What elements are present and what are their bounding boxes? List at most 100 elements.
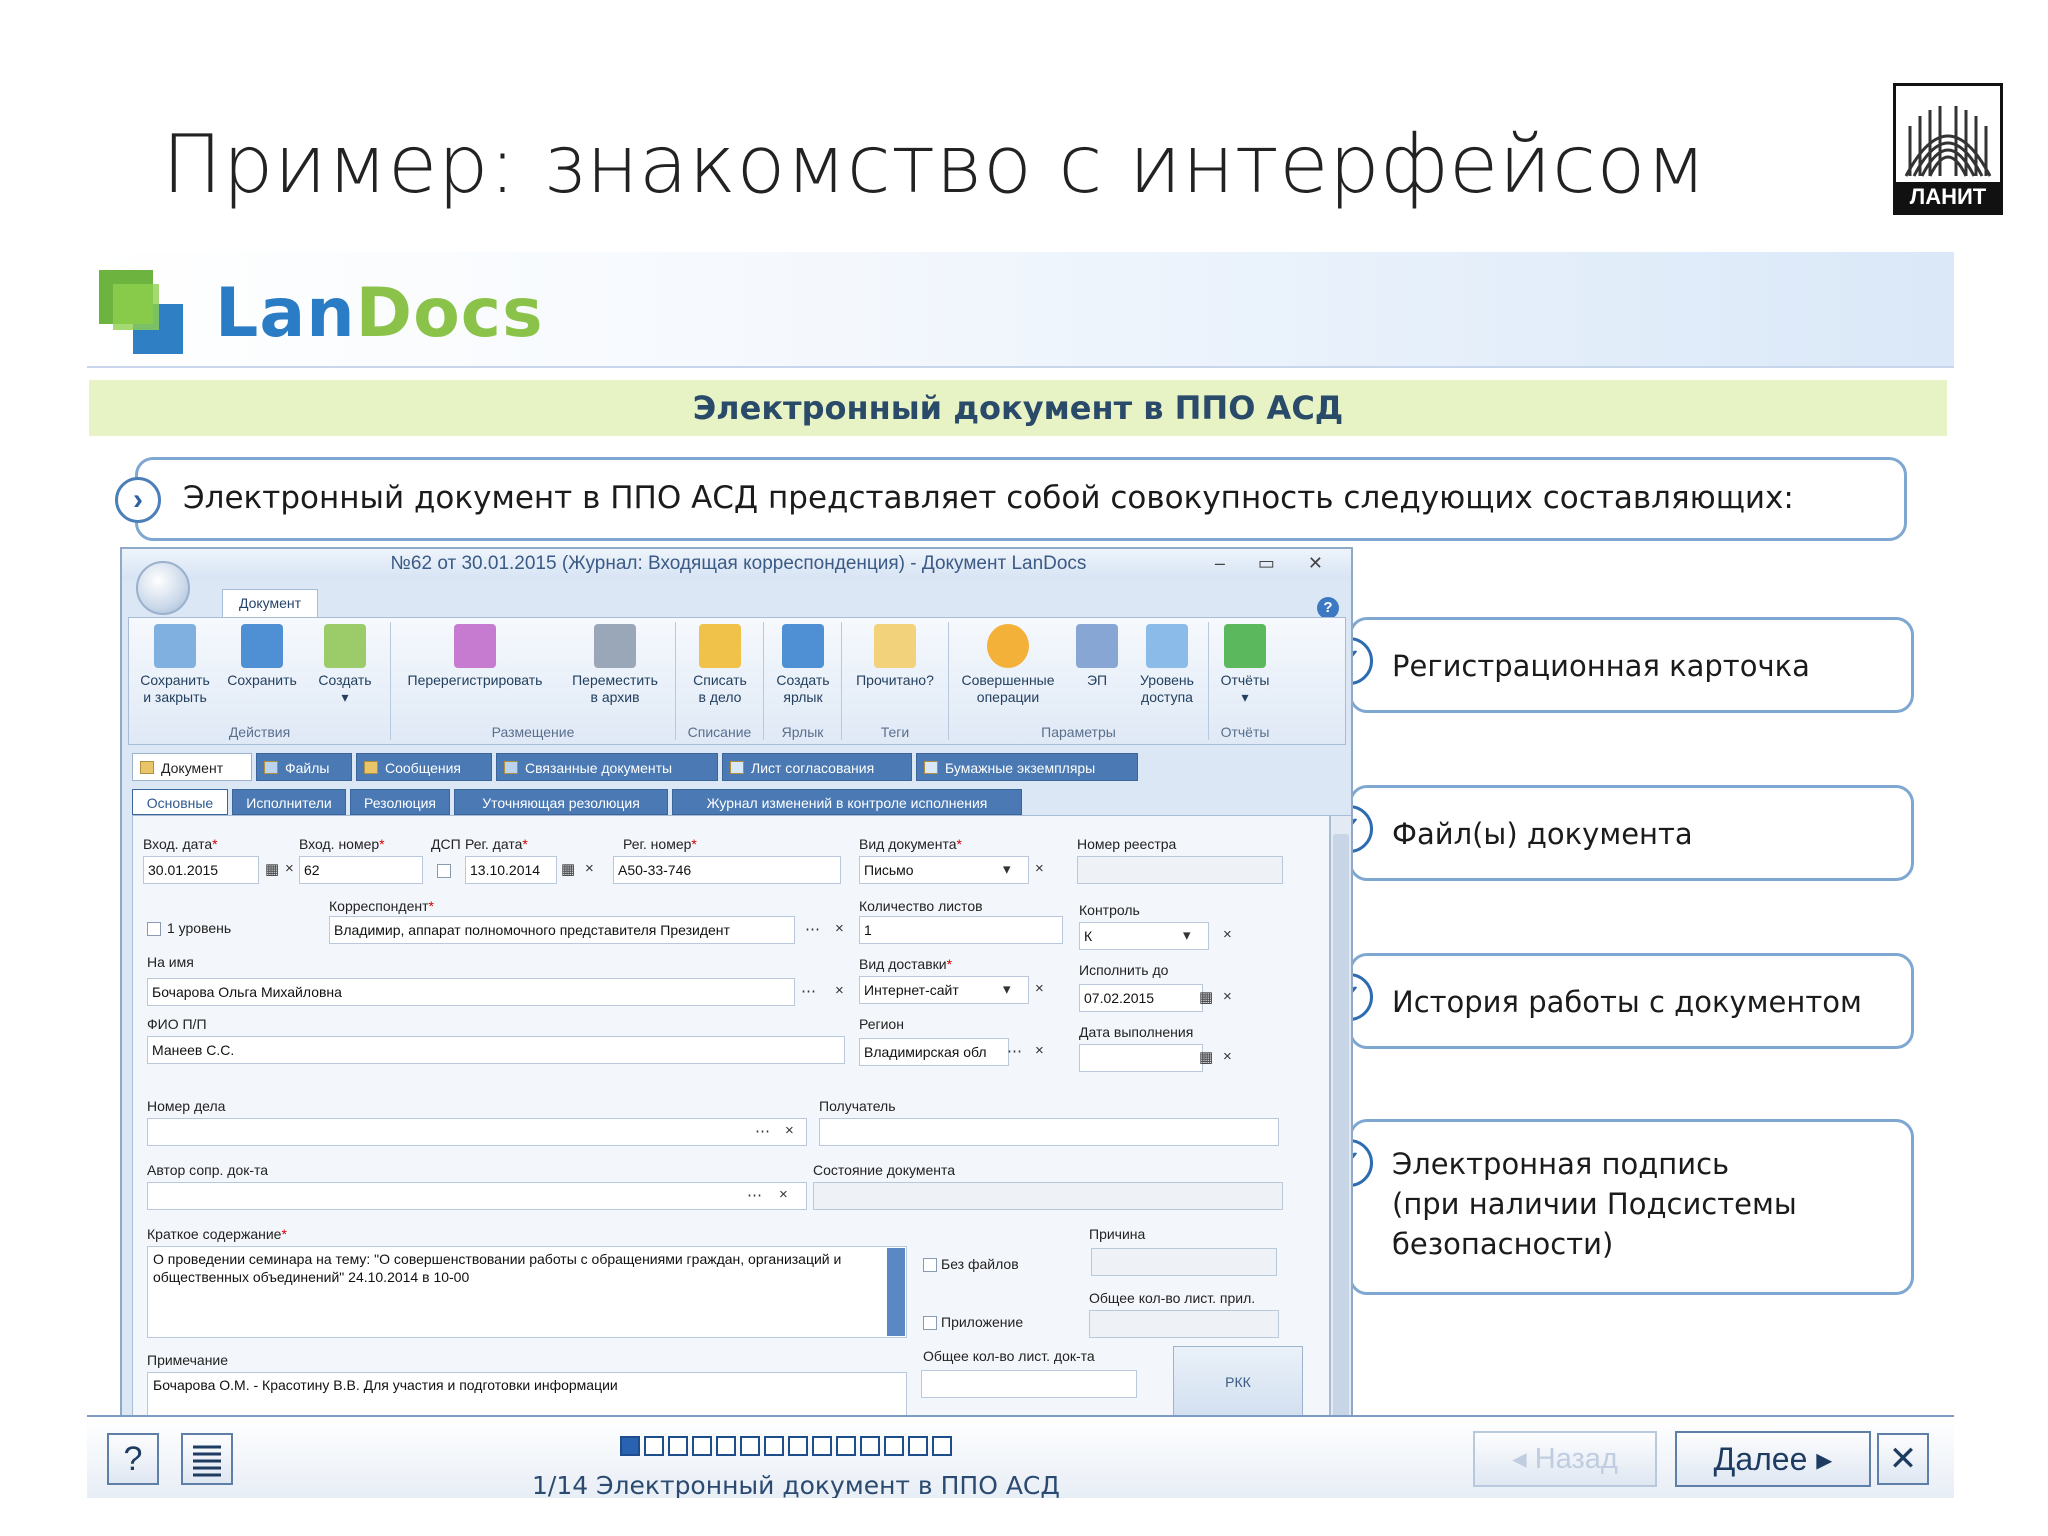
window-controls[interactable]: – ▭ ✕ bbox=[1215, 553, 1337, 574]
tab-files[interactable]: Файлы bbox=[256, 753, 352, 781]
e-signature-button[interactable]: ЭП bbox=[1067, 624, 1127, 689]
reg-number-field[interactable]: А50-33-746 bbox=[613, 856, 841, 884]
case-number-field[interactable] bbox=[147, 1118, 807, 1146]
rkk-button[interactable]: РКК bbox=[1173, 1346, 1303, 1416]
help-button[interactable]: ? bbox=[107, 1433, 159, 1485]
summary-textarea[interactable]: О проведении семинара на тему: "О соверш… bbox=[147, 1246, 907, 1338]
operations-button[interactable]: Совершенные операции bbox=[953, 624, 1063, 706]
save-and-close-button[interactable]: Сохранить и закрыть bbox=[133, 624, 217, 706]
chevron-down-icon[interactable]: ▾ bbox=[1183, 926, 1191, 944]
slide-progress bbox=[620, 1436, 956, 1458]
clear-icon[interactable]: × bbox=[285, 860, 294, 877]
label: Количество листов bbox=[859, 898, 983, 914]
slide-dot[interactable] bbox=[788, 1436, 808, 1456]
slide-dot[interactable] bbox=[620, 1436, 640, 1456]
tab-main[interactable]: Основные bbox=[132, 789, 228, 815]
reports-button[interactable]: Отчёты ▾ bbox=[1213, 624, 1277, 706]
clear-icon[interactable]: × bbox=[835, 920, 844, 937]
clear-icon[interactable]: × bbox=[835, 982, 844, 999]
calendar-icon[interactable]: ▦ bbox=[561, 860, 575, 878]
create-button[interactable]: Создать ▾ bbox=[305, 624, 385, 706]
clear-icon[interactable]: × bbox=[779, 1186, 788, 1203]
in-number-field[interactable]: 62 bbox=[299, 856, 423, 884]
recipient-field[interactable] bbox=[819, 1118, 1279, 1146]
level-checkbox[interactable] bbox=[147, 922, 161, 936]
chevron-down-icon[interactable]: ▾ bbox=[1003, 980, 1011, 998]
tab-clarifying-resolution[interactable]: Уточняющая резолюция bbox=[454, 789, 668, 815]
app-menu-button[interactable] bbox=[136, 561, 190, 615]
next-button[interactable]: Далее ▸ bbox=[1675, 1431, 1871, 1487]
more-icon[interactable]: ⋯ bbox=[1007, 1042, 1022, 1060]
form-scrollbar[interactable] bbox=[1330, 815, 1351, 1455]
slide-dot[interactable] bbox=[812, 1436, 832, 1456]
clear-icon[interactable]: × bbox=[785, 1122, 794, 1139]
slide-dot[interactable] bbox=[668, 1436, 688, 1456]
slide-dot[interactable] bbox=[932, 1436, 952, 1456]
done-date-field[interactable] bbox=[1079, 1044, 1203, 1072]
tab-messages[interactable]: Сообщения bbox=[356, 753, 492, 781]
more-icon[interactable]: ⋯ bbox=[755, 1122, 770, 1140]
help-icon[interactable]: ? bbox=[1317, 597, 1339, 619]
tab-paper-copies[interactable]: Бумажные экземпляры bbox=[916, 753, 1138, 781]
author-field[interactable] bbox=[147, 1182, 807, 1210]
callout-document-files: Файл(ы) документа bbox=[1349, 785, 1914, 881]
tab-approval-sheet[interactable]: Лист согласования bbox=[722, 753, 912, 781]
clear-icon[interactable]: × bbox=[1223, 988, 1232, 1005]
due-date-field[interactable]: 07.02.2015 bbox=[1079, 984, 1203, 1012]
more-icon[interactable]: ⋯ bbox=[805, 920, 820, 938]
ribbon: Сохранить и закрыть Сохранить Создать ▾ Де… bbox=[128, 617, 1346, 745]
total-sheets-field[interactable] bbox=[921, 1370, 1137, 1398]
slide-dot[interactable] bbox=[692, 1436, 712, 1456]
scroll-thumb[interactable] bbox=[1333, 834, 1349, 1434]
slide-dot[interactable] bbox=[860, 1436, 880, 1456]
dsp-checkbox[interactable] bbox=[437, 864, 451, 878]
access-level-button[interactable]: Уровень доступа bbox=[1129, 624, 1205, 706]
attachment-checkbox[interactable] bbox=[923, 1316, 937, 1330]
tab-document[interactable]: Документ bbox=[132, 753, 252, 781]
in-date-field[interactable]: 30.01.2015 bbox=[143, 856, 259, 884]
clear-icon[interactable]: × bbox=[585, 860, 594, 877]
slide-dot[interactable] bbox=[908, 1436, 928, 1456]
signer-field[interactable]: Манеев С.С. bbox=[147, 1036, 845, 1064]
ribbon-tab-document[interactable]: Документ bbox=[222, 589, 318, 617]
clear-icon[interactable]: × bbox=[1035, 860, 1044, 877]
slide-dot[interactable] bbox=[716, 1436, 736, 1456]
calendar-icon[interactable]: ▦ bbox=[1199, 988, 1213, 1006]
chevron-down-icon[interactable]: ▾ bbox=[1003, 860, 1011, 878]
tab-control-log[interactable]: Журнал изменений в контроле исполнения bbox=[672, 789, 1022, 815]
back-button[interactable]: ◂ Назад bbox=[1473, 1431, 1657, 1487]
calendar-icon[interactable]: ▦ bbox=[265, 860, 279, 878]
summary-scrollbar[interactable] bbox=[887, 1248, 905, 1336]
no-files-checkbox[interactable] bbox=[923, 1258, 937, 1272]
create-shortcut-button[interactable]: Создать ярлык bbox=[768, 624, 838, 706]
region-field[interactable]: Владимирская обл bbox=[859, 1038, 1009, 1066]
clear-icon[interactable]: × bbox=[1035, 980, 1044, 997]
label: Рег. дата* bbox=[465, 836, 528, 852]
slide-dot[interactable] bbox=[644, 1436, 664, 1456]
clear-icon[interactable]: × bbox=[1035, 1042, 1044, 1059]
tab-resolution[interactable]: Резолюция bbox=[350, 789, 450, 815]
label: Вход. номер* bbox=[299, 836, 385, 852]
more-icon[interactable]: ⋯ bbox=[801, 982, 816, 1000]
sheets-field[interactable]: 1 bbox=[859, 916, 1063, 944]
move-to-archive-button[interactable]: Переместить в архив bbox=[559, 624, 671, 706]
calendar-icon[interactable]: ▦ bbox=[1199, 1048, 1213, 1066]
clear-icon[interactable]: × bbox=[1223, 1048, 1232, 1065]
correspondent-field[interactable]: Владимир, аппарат полномочного представи… bbox=[329, 916, 795, 944]
to-name-field[interactable]: Бочарова Ольга Михайловна bbox=[147, 978, 795, 1006]
more-icon[interactable]: ⋯ bbox=[747, 1186, 762, 1204]
slide-dot[interactable] bbox=[884, 1436, 904, 1456]
clear-icon[interactable]: × bbox=[1223, 926, 1232, 943]
write-off-button[interactable]: Списать в дело bbox=[680, 624, 760, 706]
reg-date-field[interactable]: 13.10.2014 bbox=[465, 856, 557, 884]
reregister-button[interactable]: Перерегистрировать bbox=[395, 624, 555, 689]
close-button[interactable]: ✕ bbox=[1877, 1433, 1929, 1485]
slide-dot[interactable] bbox=[836, 1436, 856, 1456]
save-button[interactable]: Сохранить bbox=[221, 624, 303, 689]
contents-button[interactable] bbox=[181, 1433, 233, 1485]
slide-dot[interactable] bbox=[740, 1436, 760, 1456]
tab-executors[interactable]: Исполнители bbox=[232, 789, 346, 815]
tab-linked-documents[interactable]: Связанные документы bbox=[496, 753, 718, 781]
slide-dot[interactable] bbox=[764, 1436, 784, 1456]
read-button[interactable]: Прочитано? bbox=[846, 624, 944, 689]
